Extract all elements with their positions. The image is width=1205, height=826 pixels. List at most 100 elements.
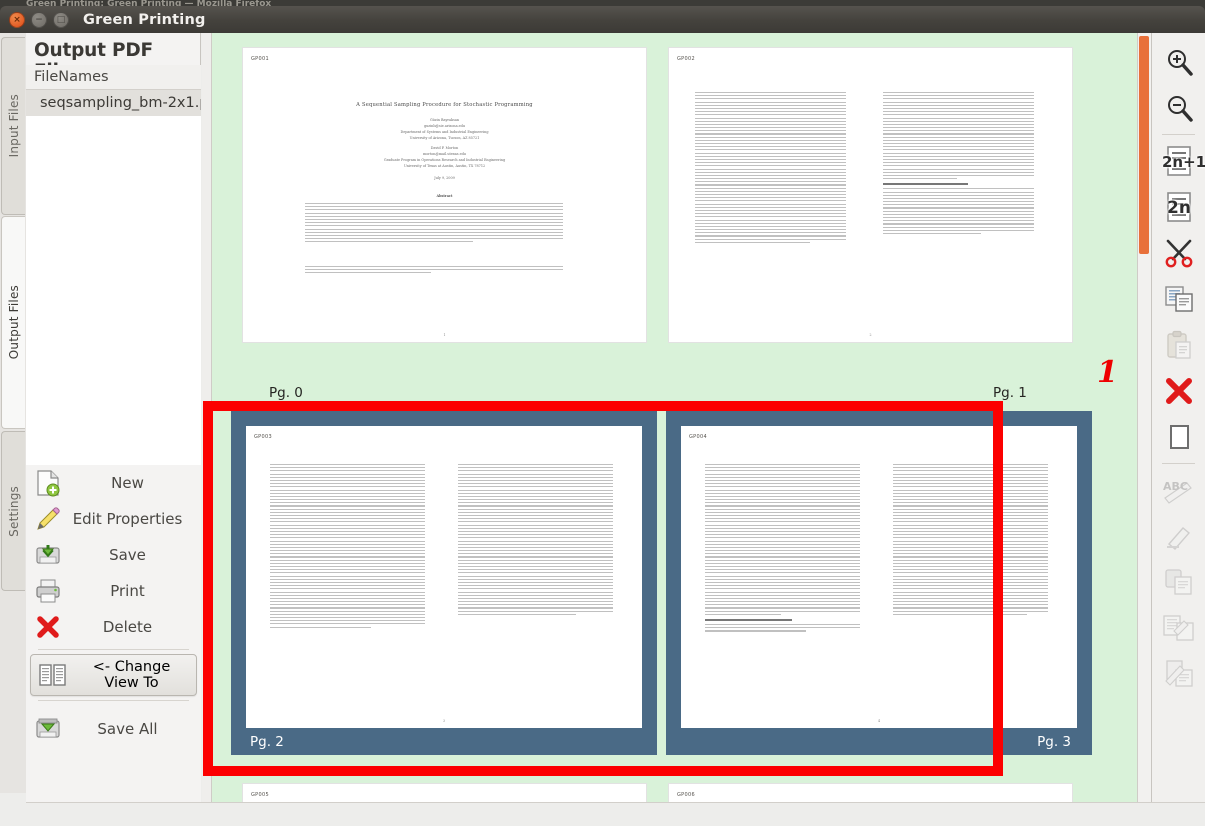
divider <box>1162 463 1195 464</box>
divider <box>38 700 189 701</box>
window-minimize-icon[interactable]: − <box>31 11 47 28</box>
delete-button[interactable]: Delete <box>26 609 201 645</box>
page-content: GP003 3 <box>246 426 642 728</box>
save-all-icon <box>26 713 70 745</box>
save-button[interactable]: Save <box>26 537 201 573</box>
keywords-text <box>305 266 585 276</box>
sidebar-tab-output-files-label: Output Files <box>6 285 21 360</box>
document-title: A Sequential Sampling Procedure for Stoc… <box>356 102 533 108</box>
new-button[interactable]: New <box>26 465 201 501</box>
left-gutter <box>202 33 212 826</box>
author-dept-2: Graduate Program in Operations Research … <box>383 158 506 162</box>
left-column <box>270 464 438 630</box>
file-list[interactable]: seqsampling_bm-2x1.pdf <box>26 90 201 465</box>
list-item[interactable]: seqsampling_bm-2x1.pdf <box>26 90 201 116</box>
delete-button-label: Delete <box>102 618 153 636</box>
page-content: 2 <box>669 48 1072 342</box>
window-titlebar: × − □ Green Printing <box>0 6 1205 33</box>
page-label: Pg. 1 <box>993 385 1027 401</box>
pdf-page-thumbnail-selected[interactable]: GP004 4 Pg. 3 <box>666 411 1092 755</box>
author-email: guzinb@sie.arizona.edu <box>423 124 466 128</box>
window-title: Green Printing <box>83 11 206 28</box>
file-name-label: seqsampling_bm-2x1.pdf <box>40 95 201 111</box>
change-view-to-button[interactable]: <- Change View To <box>30 654 197 696</box>
author-dept: Department of Systems and Industrial Eng… <box>400 130 489 134</box>
file-list-column-header-label: FileNames <box>34 69 109 85</box>
delete-x-icon <box>26 611 70 643</box>
selection-count-marker: 1 <box>1097 355 1118 390</box>
pdf-page-thumbnail-selected[interactable]: GP003 3 Pg. 2 <box>231 411 657 755</box>
sidebar-tab-output-files[interactable]: Output Files <box>1 216 25 429</box>
left-column <box>705 464 873 634</box>
pages-canvas: GP001 A Sequential Sampling Procedure fo… <box>213 33 1137 826</box>
blank-page-icon[interactable] <box>1152 414 1205 460</box>
sidebar-tab-settings-label: Settings <box>6 485 21 537</box>
author-name-2: David P. Morton <box>430 146 459 150</box>
author-affiliation: University of Arizona, Tucson, AZ 85721 <box>409 136 480 140</box>
odd-pages-label: 2n+1 <box>1162 153 1205 171</box>
sidebar-tab-settings[interactable]: Settings <box>1 431 25 591</box>
output-files-panel: Output PDF Files FileNames seqsampling_b… <box>26 33 201 826</box>
edit-properties-button[interactable]: Edit Properties <box>26 501 201 537</box>
sidebar-tab-input-files[interactable]: Input Files <box>1 37 25 215</box>
odd-pages-2n-plus-1-icon[interactable]: 2n+1 <box>1152 138 1205 184</box>
page-label: Pg. 0 <box>269 385 303 401</box>
right-column <box>883 92 1047 236</box>
abc-label: ABC <box>1163 480 1188 493</box>
printer-icon <box>26 575 70 607</box>
pdf-page-canvas-area[interactable]: GP001 A Sequential Sampling Procedure fo… <box>202 33 1151 826</box>
zoom-out-icon[interactable] <box>1152 85 1205 131</box>
pencil-icon <box>26 503 70 535</box>
vertical-tab-strip: Input Files Output Files Settings <box>0 33 26 793</box>
copy-icon[interactable] <box>1152 276 1205 322</box>
page-number-footer: 4 <box>877 719 881 723</box>
abstract-text <box>305 203 585 244</box>
two-column-view-icon <box>31 659 75 691</box>
page-number-footer: 1 <box>443 333 446 337</box>
left-column <box>695 92 859 245</box>
vertical-scrollbar-track[interactable] <box>1137 33 1151 826</box>
page-tag: GP003 <box>254 434 272 440</box>
window-maximize-icon[interactable]: □ <box>53 11 69 28</box>
page-number-footer: 3 <box>442 719 446 723</box>
status-bar <box>26 802 1205 826</box>
pdf-page-thumbnail[interactable]: GP001 A Sequential Sampling Procedure fo… <box>242 47 647 343</box>
author-affiliation-2: University of Texas at Austin, Austin, T… <box>403 164 486 168</box>
save-all-button[interactable]: Save All <box>26 711 201 747</box>
author-name: Güzin Bayraksan <box>429 118 460 122</box>
save-all-button-label: Save All <box>97 720 158 738</box>
right-toolbar: 2n+1 2n ABC <box>1151 33 1205 826</box>
vertical-scrollbar-thumb[interactable] <box>1139 36 1149 254</box>
print-button-label: Print <box>110 582 145 600</box>
divider <box>1162 134 1195 135</box>
right-column <box>893 464 1061 617</box>
pdf-page-thumbnail[interactable]: GP002 2 <box>668 47 1073 343</box>
paste-icon <box>1152 322 1205 368</box>
even-pages-2n-icon[interactable]: 2n <box>1152 184 1205 230</box>
document-date: July 9, 2009 <box>434 176 455 180</box>
page-number-footer: 2 <box>869 333 872 337</box>
author-email-2: morton@mail.utexas.edu <box>422 152 466 156</box>
new-button-label: New <box>111 474 144 492</box>
highlighter-icon <box>1152 513 1205 559</box>
right-column <box>458 464 626 617</box>
edit-properties-button-label: Edit Properties <box>72 510 183 528</box>
even-pages-label: 2n <box>1167 198 1191 218</box>
save-disk-icon <box>26 539 70 571</box>
divider <box>38 649 189 650</box>
page-label: Pg. 2 <box>250 734 284 750</box>
page-content: GP004 4 <box>681 426 1077 728</box>
page-tag: GP004 <box>689 434 707 440</box>
delete-x-icon[interactable] <box>1152 368 1205 414</box>
new-document-icon <box>26 467 70 499</box>
stamp-copy-icon <box>1152 559 1205 605</box>
page-content: A Sequential Sampling Procedure for Stoc… <box>243 48 646 342</box>
file-list-column-header: FileNames <box>26 65 201 90</box>
annotate-page-icon <box>1152 605 1205 651</box>
print-button[interactable]: Print <box>26 573 201 609</box>
change-view-to-button-label: <- Change View To <box>92 659 171 691</box>
window-body: Input Files Output Files Settings Output… <box>0 33 1205 826</box>
window-close-icon[interactable]: × <box>9 11 25 28</box>
zoom-in-icon[interactable] <box>1152 39 1205 85</box>
scissors-cut-icon[interactable] <box>1152 230 1205 276</box>
